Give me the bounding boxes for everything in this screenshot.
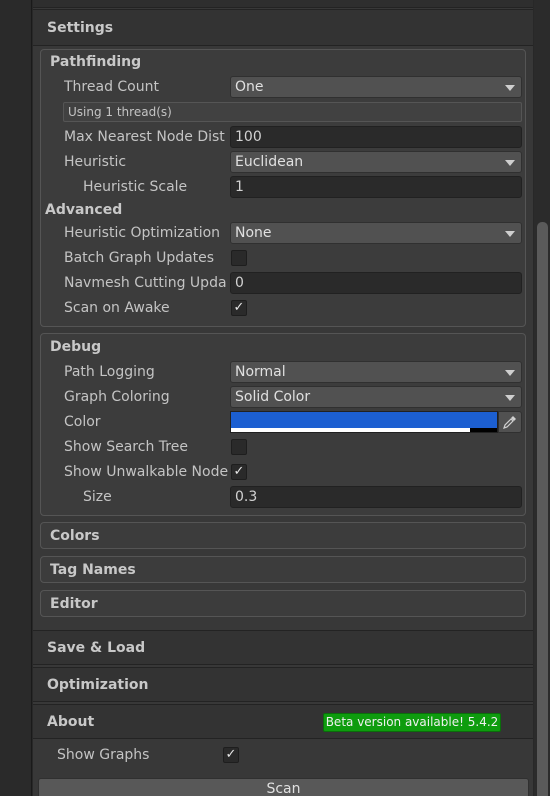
group-colors[interactable] [40,522,526,549]
group-debug-title[interactable]: Debug [50,339,101,355]
show-graphs-checkbox[interactable]: ✓ [223,747,239,763]
heuristic-optimization-value: None [235,225,272,241]
scan-button[interactable]: Scan [38,778,529,796]
panel-top-edge [33,0,533,8]
beta-version-badge[interactable]: Beta version available! 5.4.2 [323,713,501,732]
show-unwalkable-nodes-label: Show Unwalkable Node [64,464,229,480]
heuristic-scale-label: Heuristic Scale [83,179,188,195]
heuristic-dropdown[interactable]: Euclidean [230,151,522,173]
chevron-down-icon [505,231,515,237]
heuristic-label: Heuristic [64,154,127,170]
show-graphs-label: Show Graphs [57,747,150,763]
heuristic-optimization-label: Heuristic Optimization [64,225,221,241]
section-optimization[interactable]: Optimization [33,667,533,702]
heuristic-scale-input[interactable]: 1 [230,176,522,198]
alpha-bar-fill [231,428,471,432]
section-save-load[interactable]: Save & Load [33,630,533,665]
scrollbar-thumb[interactable] [537,222,548,796]
show-unwalkable-nodes-checkbox[interactable]: ✓ [231,464,247,480]
max-nearest-node-dist-input[interactable]: 100 [230,126,522,148]
thread-count-value: One [235,79,264,95]
graph-coloring-dropdown[interactable]: Solid Color [230,386,522,408]
batch-graph-updates-checkbox[interactable] [231,250,247,266]
section-about-label: About [47,713,95,730]
thread-info-box: Using 1 thread(s) [63,102,522,122]
group-tag-names-title[interactable]: Tag Names [50,562,136,578]
batch-graph-updates-label: Batch Graph Updates [64,250,215,266]
navmesh-cutting-label: Navmesh Cutting Upda [64,275,227,291]
eyedropper-icon[interactable] [498,411,522,433]
heuristic-value: Euclidean [235,154,304,170]
section-settings[interactable]: Settings [33,9,533,46]
graph-coloring-value: Solid Color [235,389,311,405]
show-search-tree-checkbox[interactable] [231,439,247,455]
chevron-down-icon [505,85,515,91]
section-optimization-label: Optimization [47,676,149,693]
max-nearest-node-dist-label: Max Nearest Node Dist [64,129,225,145]
section-settings-label: Settings [47,19,114,36]
show-search-tree-label: Show Search Tree [64,439,188,455]
scan-on-awake-checkbox[interactable]: ✓ [231,300,247,316]
path-logging-value: Normal [235,364,286,380]
graph-coloring-label: Graph Coloring [64,389,170,405]
thread-count-dropdown[interactable]: One [230,76,522,98]
thread-count-label: Thread Count [64,79,159,95]
left-gutter [0,0,32,796]
size-label: Size [83,489,112,505]
advanced-heading: Advanced [45,202,123,218]
size-input[interactable]: 0.3 [230,486,522,508]
chevron-down-icon [505,395,515,401]
heuristic-optimization-dropdown[interactable]: None [230,222,522,244]
chevron-down-icon [505,160,515,166]
scan-on-awake-label: Scan on Awake [64,300,170,316]
color-label: Color [64,414,101,430]
group-editor[interactable] [40,590,526,617]
navmesh-cutting-input[interactable]: 0 [230,272,522,294]
path-logging-label: Path Logging [64,364,155,380]
path-logging-dropdown[interactable]: Normal [230,361,522,383]
group-pathfinding-title[interactable]: Pathfinding [50,54,141,70]
group-colors-title[interactable]: Colors [50,528,100,544]
group-editor-title[interactable]: Editor [50,596,98,612]
color-swatch[interactable] [230,411,498,433]
section-save-load-label: Save & Load [47,639,146,656]
chevron-down-icon [505,370,515,376]
